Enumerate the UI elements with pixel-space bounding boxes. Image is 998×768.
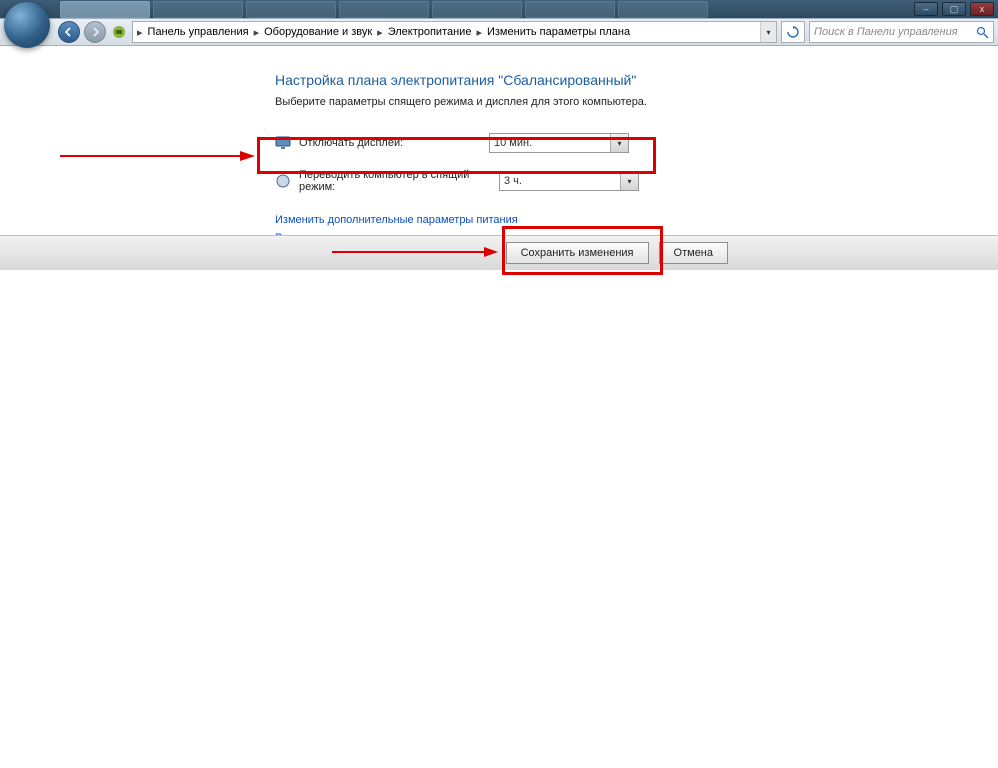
taskbar-tab[interactable] [60, 1, 150, 18]
back-button[interactable] [58, 21, 80, 43]
search-input[interactable]: Поиск в Панели управления [809, 21, 994, 43]
taskbar-tab[interactable] [246, 1, 336, 18]
save-button[interactable]: Сохранить изменения [506, 242, 649, 264]
search-placeholder: Поиск в Панели управления [814, 26, 958, 38]
navbar: ▸ Панель управления ▸ Оборудование и зву… [0, 18, 998, 46]
breadcrumb-item[interactable]: Оборудование и звук [261, 26, 375, 38]
display-off-select[interactable]: 10 мин. ▾ [489, 133, 629, 153]
footer-bar: Сохранить изменения Отмена [0, 235, 998, 270]
arrow-left-icon [64, 27, 74, 37]
taskbar-tab[interactable] [618, 1, 708, 18]
titlebar: – ▢ x [0, 0, 998, 18]
minimize-button[interactable]: – [914, 2, 938, 16]
taskbar-tab[interactable] [432, 1, 522, 18]
taskbar-tab[interactable] [339, 1, 429, 18]
moon-icon [275, 173, 291, 189]
breadcrumb[interactable]: ▸ Панель управления ▸ Оборудование и зву… [132, 21, 777, 43]
breadcrumb-item[interactable]: Изменить параметры плана [484, 26, 633, 38]
refresh-icon [787, 26, 799, 38]
start-orb[interactable] [4, 2, 50, 48]
setting-sleep: Переводить компьютер в спящий режим: 3 ч… [275, 168, 998, 194]
control-panel-icon [110, 23, 128, 41]
search-icon [976, 26, 989, 39]
content: Настройка плана электропитания "Сбаланси… [0, 46, 998, 244]
taskbar-tabs [60, 0, 708, 18]
setting-display-off: Отключать дисплей: 10 мин. ▾ [275, 130, 998, 156]
chevron-right-icon: ▸ [137, 26, 143, 39]
chevron-right-icon: ▸ [377, 26, 383, 39]
cancel-button[interactable]: Отмена [659, 242, 728, 264]
close-button[interactable]: x [970, 2, 994, 16]
sleep-select[interactable]: 3 ч. ▾ [499, 171, 639, 191]
page-title: Настройка плана электропитания "Сбаланси… [275, 72, 998, 88]
select-value: 10 мин. [494, 137, 532, 149]
setting-label: Переводить компьютер в спящий режим: [299, 169, 499, 193]
chevron-down-icon: ▾ [620, 172, 638, 190]
maximize-button[interactable]: ▢ [942, 2, 966, 16]
chevron-right-icon: ▸ [254, 26, 260, 39]
forward-button[interactable] [84, 21, 106, 43]
advanced-settings-link[interactable]: Изменить дополнительные параметры питани… [275, 214, 998, 226]
breadcrumb-dropdown[interactable]: ▾ [760, 22, 776, 42]
chevron-right-icon: ▸ [476, 26, 482, 39]
refresh-button[interactable] [781, 21, 805, 43]
setting-label: Отключать дисплей: [299, 137, 489, 149]
chevron-down-icon: ▾ [610, 134, 628, 152]
taskbar-tab[interactable] [525, 1, 615, 18]
monitor-icon [275, 135, 291, 151]
taskbar-tab[interactable] [153, 1, 243, 18]
page-description: Выберите параметры спящего режима и дисп… [275, 96, 998, 108]
breadcrumb-item[interactable]: Электропитание [385, 26, 475, 38]
select-value: 3 ч. [504, 175, 522, 187]
arrow-right-icon [90, 27, 100, 37]
breadcrumb-item[interactable]: Панель управления [145, 26, 252, 38]
